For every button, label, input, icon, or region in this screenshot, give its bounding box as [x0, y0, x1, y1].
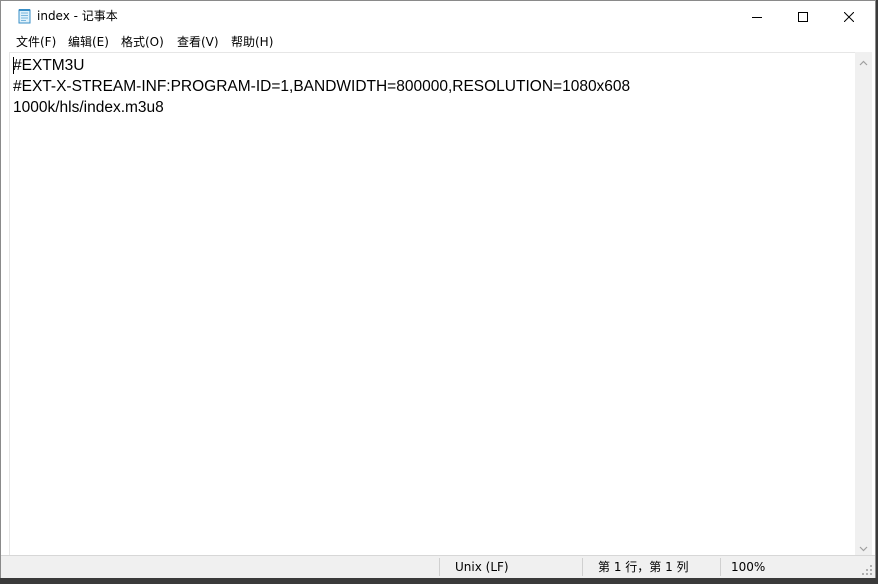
status-zoom: 100%	[731, 560, 766, 574]
maximize-button[interactable]	[780, 1, 826, 32]
status-bar: Unix (LF) 第 1 行，第 1 列 100%	[1, 555, 875, 578]
scroll-down-button[interactable]	[855, 538, 872, 555]
menu-help[interactable]: 帮助(H)	[230, 35, 274, 49]
status-divider	[439, 558, 440, 576]
text-line: 1000k/hls/index.m3u8	[13, 99, 164, 116]
status-divider	[720, 558, 721, 576]
close-button[interactable]	[826, 1, 872, 32]
window-title: index - 记事本	[37, 9, 118, 23]
vertical-scrollbar[interactable]	[855, 52, 872, 555]
minimize-icon	[752, 7, 762, 26]
close-icon	[843, 7, 855, 26]
status-divider	[582, 558, 583, 576]
notepad-icon	[17, 9, 32, 24]
text-editor[interactable]: #EXTM3U #EXT-X-STREAM-INF:PROGRAM-ID=1,BA…	[9, 52, 856, 556]
maximize-icon	[798, 7, 808, 26]
menu-view[interactable]: 查看(V)	[176, 35, 220, 49]
status-line-ending: Unix (LF)	[455, 560, 509, 574]
editor-content: #EXTM3U #EXT-X-STREAM-INF:PROGRAM-ID=1,BA…	[13, 55, 630, 118]
resize-grip-icon[interactable]	[861, 564, 873, 576]
scroll-up-arrow-icon	[859, 51, 868, 70]
notepad-window: index - 记事本 文件(F) 编辑(E) 格式(O) 查看(V) 帮助(H…	[0, 0, 876, 578]
title-bar[interactable]: index - 记事本	[1, 1, 875, 32]
scroll-down-arrow-icon	[859, 537, 868, 556]
menu-format[interactable]: 格式(O)	[120, 35, 165, 49]
scroll-up-button[interactable]	[855, 52, 872, 69]
menu-edit[interactable]: 编辑(E)	[67, 35, 110, 49]
menu-file[interactable]: 文件(F)	[15, 35, 57, 49]
menu-bar: 文件(F) 编辑(E) 格式(O) 查看(V) 帮助(H)	[1, 32, 875, 52]
text-line: #EXTM3U	[13, 57, 85, 74]
minimize-button[interactable]	[734, 1, 780, 32]
status-cursor-position: 第 1 行，第 1 列	[598, 560, 689, 574]
text-line: #EXT-X-STREAM-INF:PROGRAM-ID=1,BANDWIDTH…	[13, 78, 631, 95]
